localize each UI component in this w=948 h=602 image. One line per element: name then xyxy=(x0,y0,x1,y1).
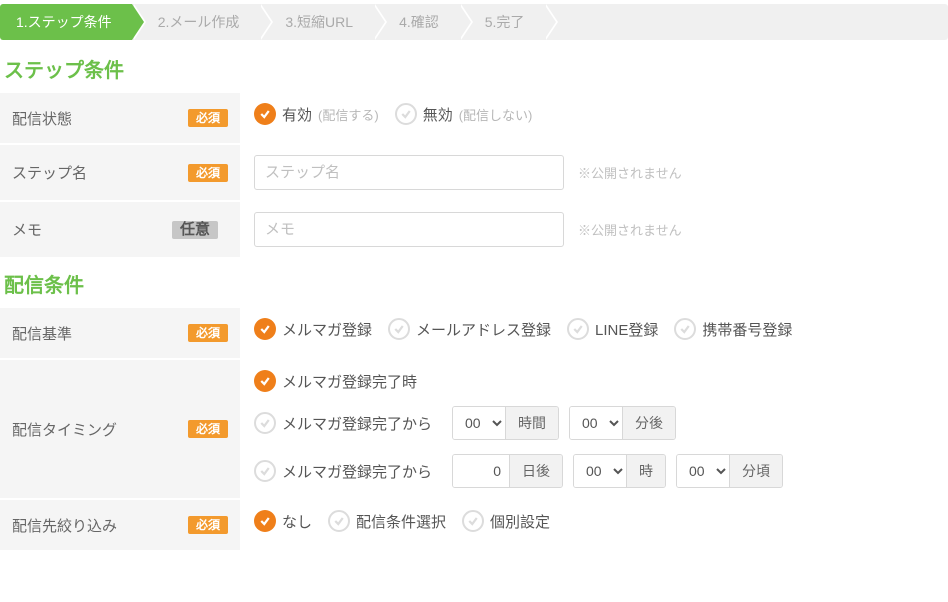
row-delivery-basis: 配信基準 必須 メルマガ登録 メールアドレス登録 LINE登録 携帯番号登録 xyxy=(0,306,948,358)
unit-label: 時間 xyxy=(505,407,558,439)
optional-badge: 任意 xyxy=(172,221,218,239)
required-badge: 必須 xyxy=(188,420,228,438)
step-name-input[interactable] xyxy=(254,155,564,190)
step-3[interactable]: 3.短縮URL xyxy=(259,4,373,40)
option-basis-mailmag[interactable]: メルマガ登録 xyxy=(254,318,372,340)
wizard-stepper: 1.ステップ条件 2.メール作成 3.短縮URL 4.確認 5.完了 xyxy=(0,4,948,40)
section-title-delivery-conditions: 配信条件 xyxy=(4,269,948,298)
check-icon xyxy=(254,318,276,340)
option-timing-after-days[interactable]: メルマガ登録完了から xyxy=(254,460,432,482)
row-delivery-filter: 配信先絞り込み 必須 なし 配信条件選択 個別設定 xyxy=(0,498,948,550)
check-icon xyxy=(254,460,276,482)
option-filter-condition[interactable]: 配信条件選択 xyxy=(328,510,446,532)
required-badge: 必須 xyxy=(188,324,228,342)
check-icon xyxy=(395,103,417,125)
check-icon xyxy=(567,318,589,340)
required-badge: 必須 xyxy=(188,164,228,182)
step-2[interactable]: 2.メール作成 xyxy=(132,4,260,40)
row-delivery-timing: 配信タイミング 必須 メルマガ登録完了時 メルマガ登録完了から 00 時間 00… xyxy=(0,358,948,498)
days-input-group: 日後 xyxy=(452,454,563,488)
label-delivery-filter: 配信先絞り込み 必須 xyxy=(0,500,240,550)
label-delivery-timing: 配信タイミング 必須 xyxy=(0,360,240,498)
hour-select[interactable]: 00 xyxy=(574,455,626,487)
check-icon xyxy=(674,318,696,340)
minutes-select-group: 00 分後 xyxy=(569,406,676,440)
label-step-name: ステップ名 必須 xyxy=(0,145,240,200)
check-icon xyxy=(254,103,276,125)
row-memo: メモ 任意 ※公開されません xyxy=(0,200,948,257)
unit-label: 時 xyxy=(626,455,665,487)
check-icon xyxy=(388,318,410,340)
option-status-disabled[interactable]: 無効 (配信しない) xyxy=(395,103,533,125)
check-icon xyxy=(462,510,484,532)
check-icon xyxy=(328,510,350,532)
row-step-name: ステップ名 必須 ※公開されません xyxy=(0,143,948,200)
hour-select-group: 00 時 xyxy=(573,454,666,488)
option-status-enabled[interactable]: 有効 (配信する) xyxy=(254,103,379,125)
required-badge: 必須 xyxy=(188,516,228,534)
option-timing-on-register[interactable]: メルマガ登録完了時 xyxy=(254,370,417,392)
minute-select[interactable]: 00 xyxy=(677,455,729,487)
option-basis-mobile[interactable]: 携帯番号登録 xyxy=(674,318,792,340)
label-delivery-status: 配信状態 必須 xyxy=(0,93,240,143)
check-icon xyxy=(254,412,276,434)
option-filter-individual[interactable]: 個別設定 xyxy=(462,510,550,532)
minutes-select[interactable]: 00 xyxy=(570,407,622,439)
label-delivery-basis: 配信基準 必須 xyxy=(0,308,240,358)
option-basis-email[interactable]: メールアドレス登録 xyxy=(388,318,551,340)
days-input[interactable] xyxy=(453,455,509,487)
option-timing-after-hm[interactable]: メルマガ登録完了から xyxy=(254,412,432,434)
unit-label: 分後 xyxy=(622,407,675,439)
hours-select-group: 00 時間 xyxy=(452,406,559,440)
option-basis-line[interactable]: LINE登録 xyxy=(567,318,658,340)
option-filter-none[interactable]: なし xyxy=(254,510,312,532)
unit-label: 分頃 xyxy=(729,455,782,487)
required-badge: 必須 xyxy=(188,109,228,127)
hint-text: ※公開されません xyxy=(578,163,682,182)
row-delivery-status: 配信状態 必須 有効 (配信する) 無効 (配信しない) xyxy=(0,91,948,143)
label-memo: メモ 任意 xyxy=(0,202,240,257)
hint-text: ※公開されません xyxy=(578,220,682,239)
unit-label: 日後 xyxy=(509,455,562,487)
memo-input[interactable] xyxy=(254,212,564,247)
check-icon xyxy=(254,510,276,532)
hours-select[interactable]: 00 xyxy=(453,407,505,439)
step-1[interactable]: 1.ステップ条件 xyxy=(0,4,132,40)
check-icon xyxy=(254,370,276,392)
section-title-step-conditions: ステップ条件 xyxy=(4,54,948,83)
minute-select-group: 00 分頃 xyxy=(676,454,783,488)
